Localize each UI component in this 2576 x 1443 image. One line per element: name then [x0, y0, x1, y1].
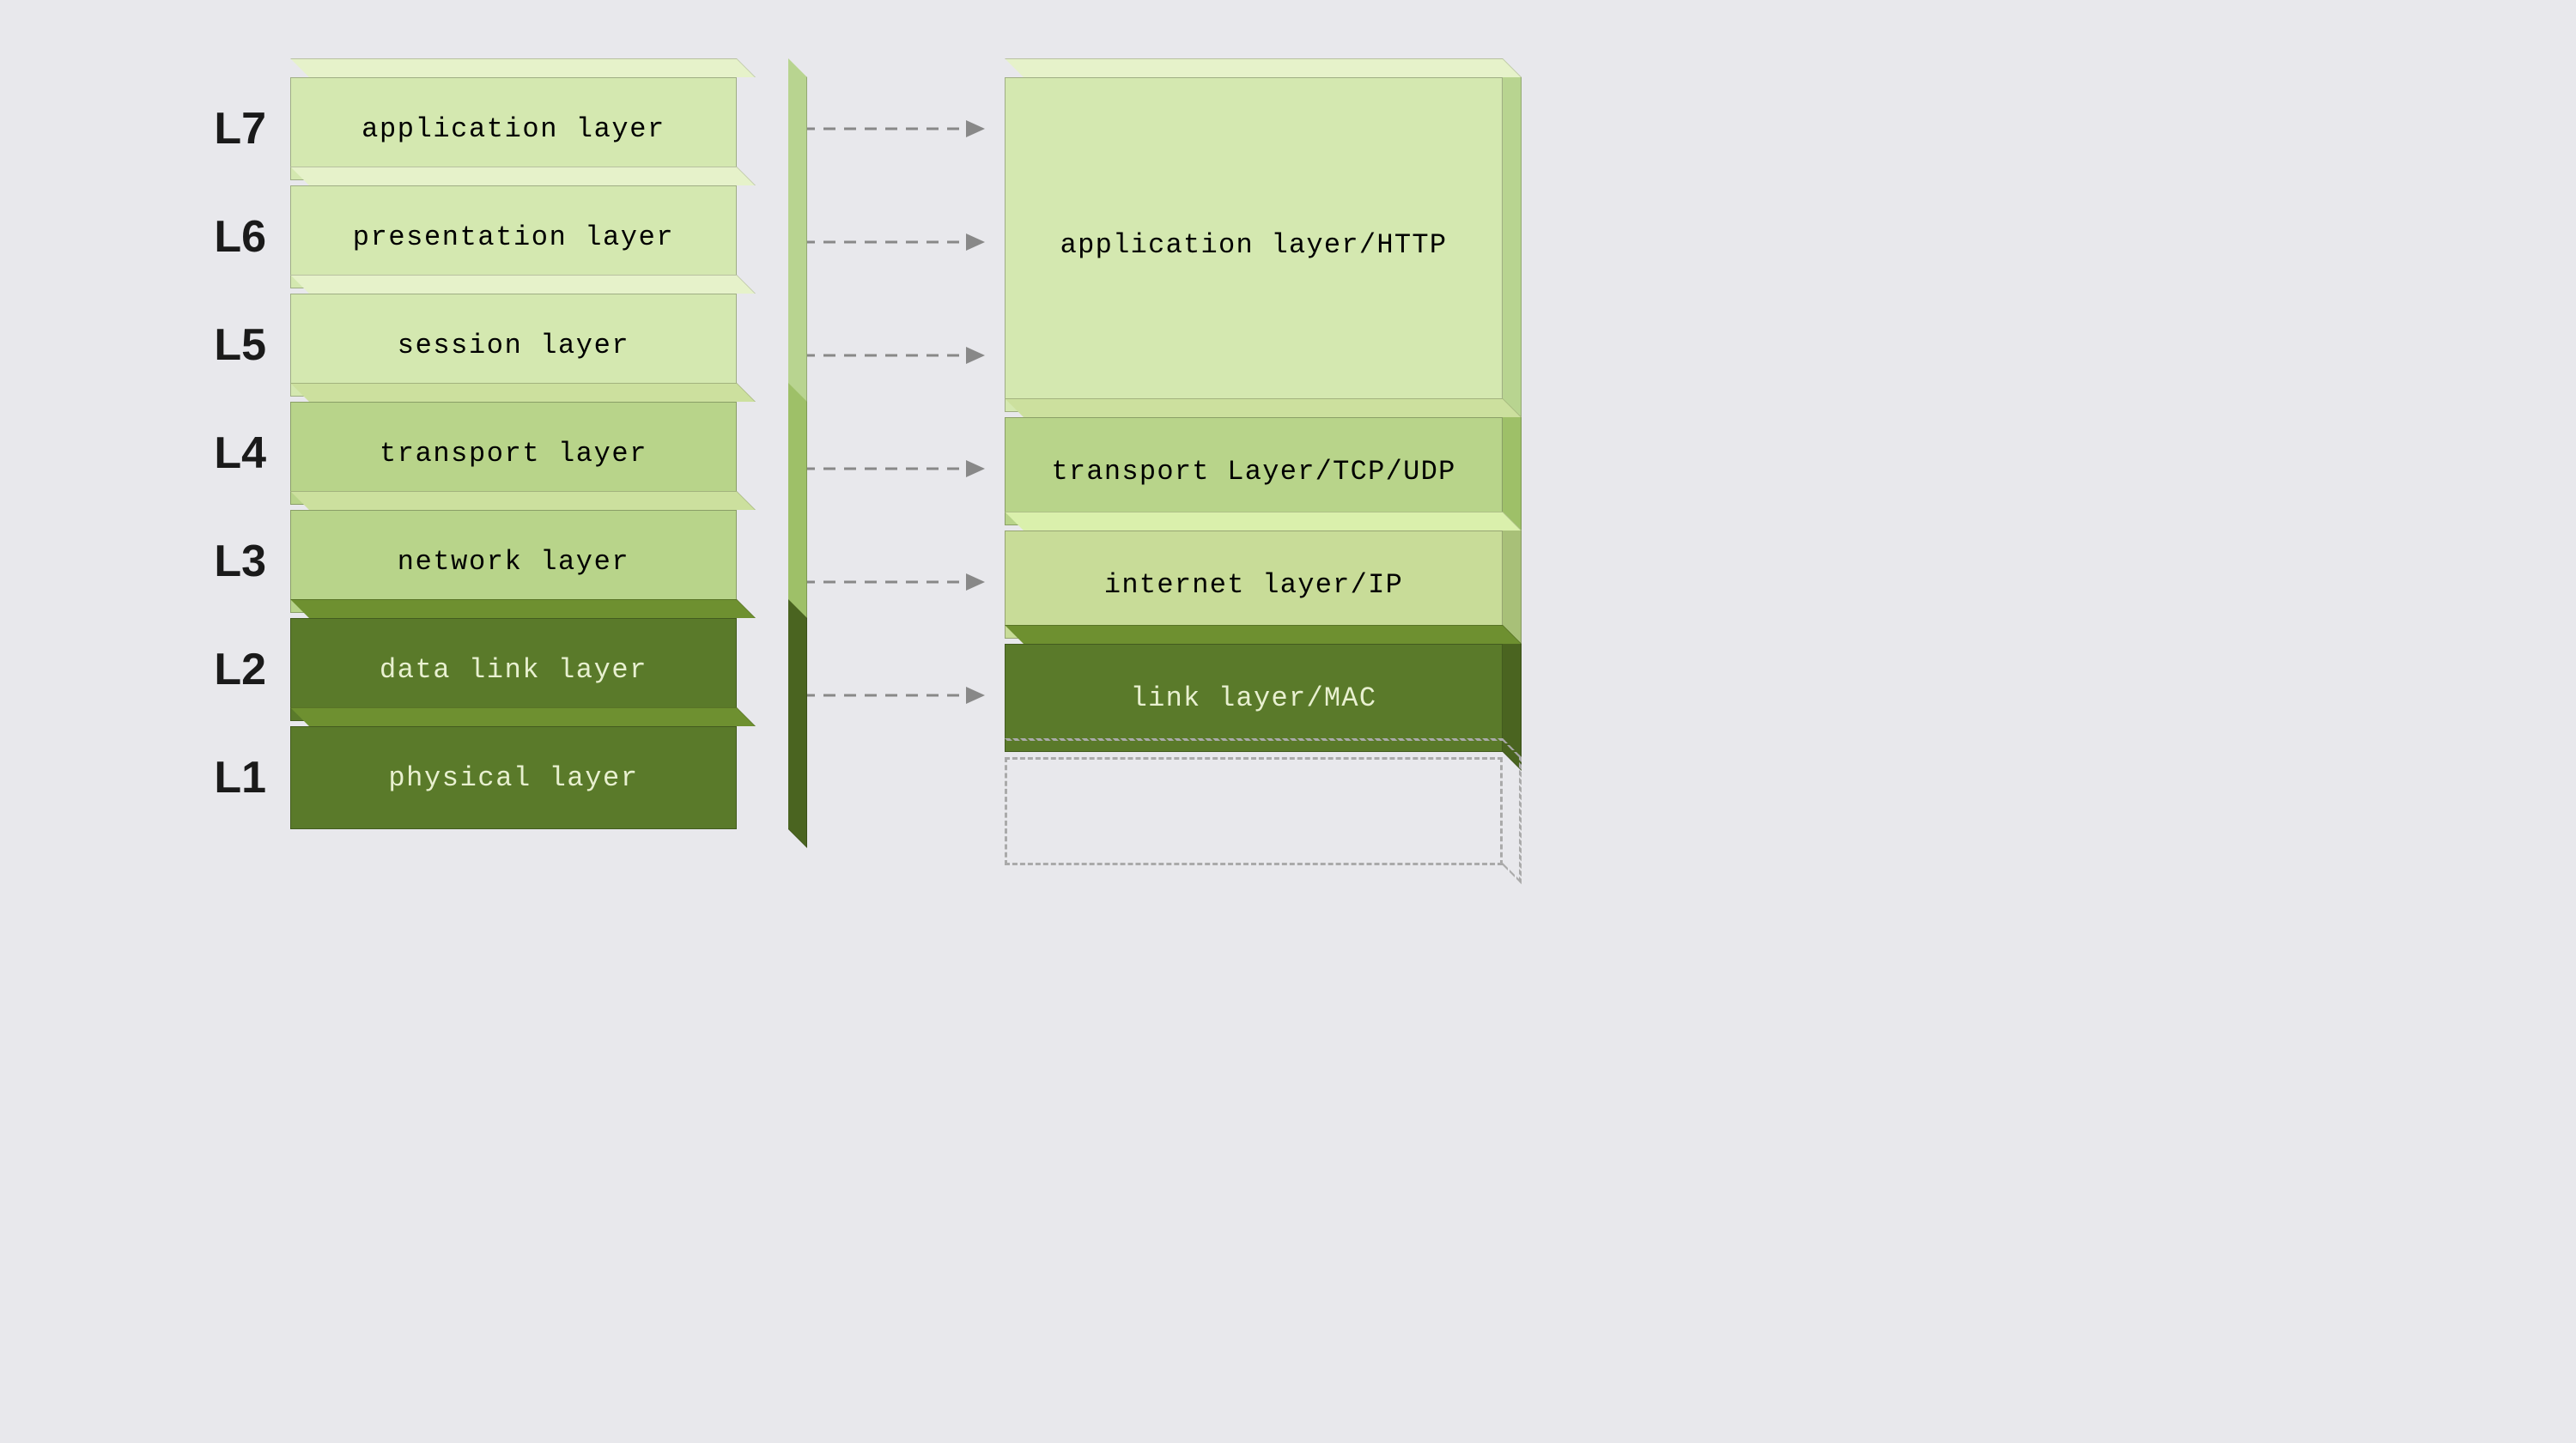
l7-top [290, 58, 756, 77]
l5-label: L5 [172, 319, 266, 371]
l7-front: application layer [290, 77, 737, 180]
osi-row-l4: L4 transport layer [172, 402, 788, 505]
tcpip-app-front: application layer/HTTP [1005, 77, 1503, 412]
l4-label: L4 [172, 427, 266, 479]
tcpip-transport-front: transport Layer/TCP/UDP [1005, 417, 1503, 525]
tcpip-empty-side [1503, 738, 1522, 884]
l4-box: transport layer [290, 402, 788, 505]
tcpip-transport-box: transport Layer/TCP/UDP [1005, 417, 1503, 525]
osi-stack: L7 application layer L6 presentation lay… [172, 77, 788, 834]
l6-label: L6 [172, 211, 266, 263]
l1-top [290, 707, 756, 726]
l4-top [290, 383, 756, 402]
l7-label: L7 [172, 103, 266, 155]
tcpip-stack: application layer/HTTP transport Layer/T… [1005, 77, 1503, 870]
l4-front: transport layer [290, 402, 737, 505]
l1-front: physical layer [290, 726, 737, 829]
tcpip-link-box: link layer/MAC [1005, 644, 1503, 752]
l6-top [290, 167, 756, 185]
osi-row-l7: L7 application layer [172, 77, 788, 180]
osi-row-l6: L6 presentation layer [172, 185, 788, 288]
l3-label: L3 [172, 536, 266, 587]
osi-row-l1: L1 physical layer [172, 726, 788, 829]
l2-front: data link layer [290, 618, 737, 721]
l5-box: session layer [290, 294, 788, 397]
tcpip-empty-top [1005, 738, 1522, 757]
tcpip-app-box: application layer/HTTP [1005, 77, 1503, 412]
tcpip-internet-box: internet layer/IP [1005, 531, 1503, 639]
diagram-container: L7 application layer L6 presentation lay… [172, 52, 2404, 1356]
osi-row-l5: L5 session layer [172, 294, 788, 397]
l7-box: application layer [290, 77, 788, 180]
osi-row-l2: L2 data link layer [172, 618, 788, 721]
tcpip-app-top [1005, 58, 1522, 77]
tcpip-transport-top [1005, 398, 1522, 417]
l3-front: network layer [290, 510, 737, 613]
tcpip-internet-front: internet layer/IP [1005, 531, 1503, 639]
tcpip-app-side [1503, 58, 1522, 431]
l1-side [788, 707, 807, 848]
tcpip-internet-top [1005, 512, 1522, 531]
tcpip-link-front: link layer/MAC [1005, 644, 1503, 752]
l2-box: data link layer [290, 618, 788, 721]
tcpip-empty-front [1005, 757, 1503, 865]
l1-label: L1 [172, 752, 266, 803]
tcpip-link-top [1005, 625, 1522, 644]
osi-row-l3: L3 network layer [172, 510, 788, 613]
l5-top [290, 275, 756, 294]
l3-box: network layer [290, 510, 788, 613]
l2-label: L2 [172, 644, 266, 695]
l6-box: presentation layer [290, 185, 788, 288]
l3-top [290, 491, 756, 510]
l6-front: presentation layer [290, 185, 737, 288]
l5-front: session layer [290, 294, 737, 397]
l1-box: physical layer [290, 726, 788, 829]
arrows-svg [799, 77, 1013, 979]
tcpip-empty-box [1005, 757, 1503, 865]
l2-top [290, 599, 756, 618]
